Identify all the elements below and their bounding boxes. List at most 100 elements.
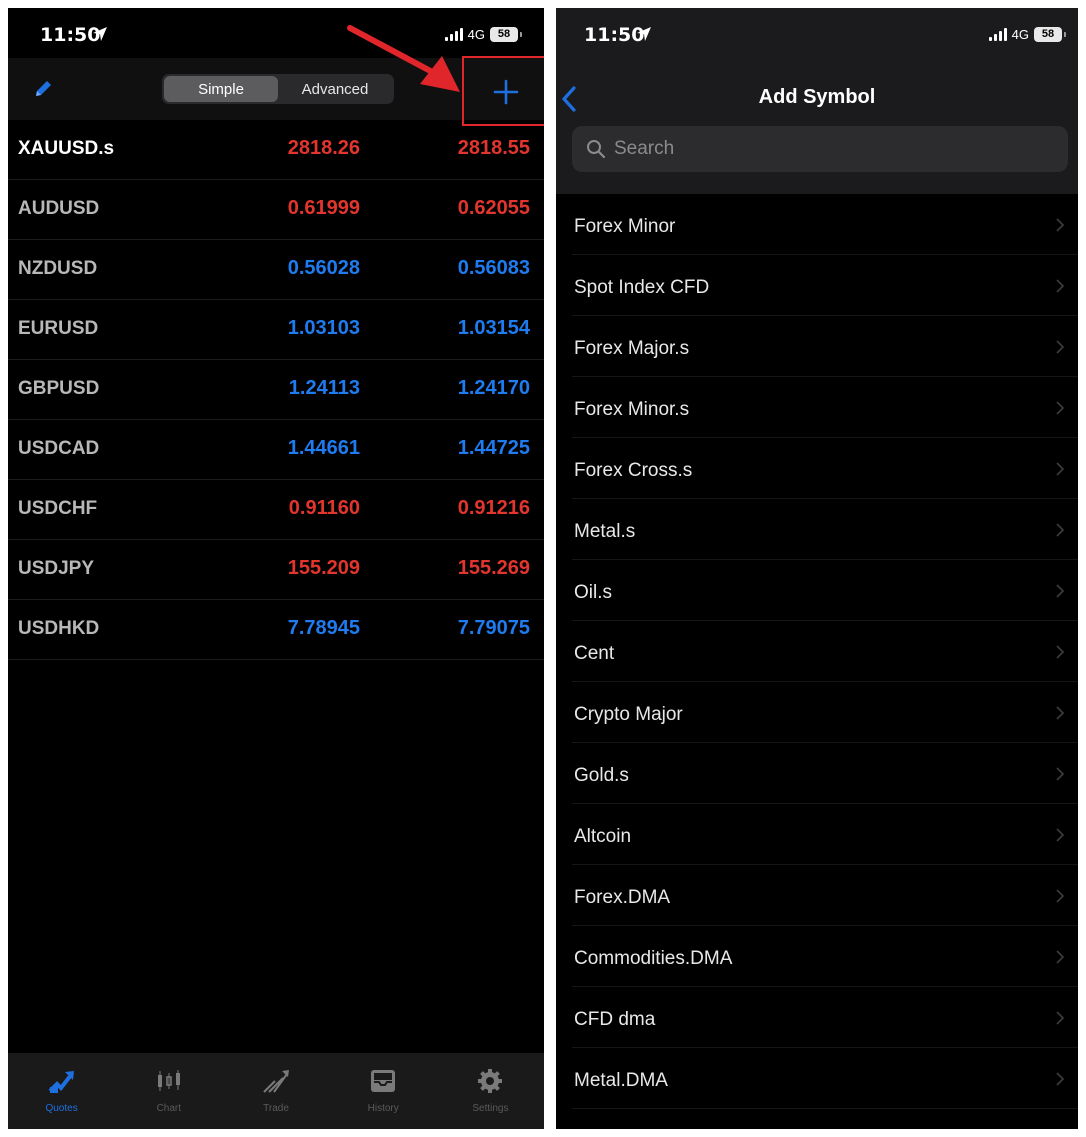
symbol-group-row[interactable]: Metal.s [572,499,1078,560]
symbol-group-row[interactable]: Oil.s [572,560,1078,621]
location-arrow-icon [637,27,651,41]
symbol-group-label: Altcoin [574,826,632,847]
symbol-group-label: CFD dma [574,1009,656,1030]
quote-ask: 1.24170 [457,377,530,399]
symbol-group-row[interactable]: Forex Minor.s [572,377,1078,438]
symbol-group-row[interactable]: Cent [572,621,1078,682]
symbol-group-label: Oil.s [574,582,612,603]
quote-symbol: NZDUSD [18,258,98,279]
annotation-arrow-icon [347,25,460,92]
quote-ask: 7.79075 [457,617,530,639]
chevron-right-icon [1056,828,1064,842]
symbol-group-row[interactable]: Spot Index CFD [572,255,1078,316]
symbol-group-label: Forex.DMA [574,887,671,908]
symbol-group-row[interactable]: CFD dma [572,987,1078,1048]
chevron-right-icon [1056,462,1064,476]
quote-bid: 0.61999 [287,197,360,219]
symbol-group-row[interactable]: Metal.DMA [572,1048,1078,1109]
chevron-right-icon [1056,279,1064,293]
quote-ask: 1.03154 [457,317,530,339]
quote-bid: 7.78945 [287,617,360,639]
symbol-group-label: Metal.DMA [574,1070,668,1091]
symbol-group-row[interactable]: Forex.DMA [572,865,1078,926]
symbol-group-row[interactable]: Forex Cross.s [572,438,1078,499]
settings-icon [475,1067,505,1095]
quote-bid: 2818.26 [287,137,360,159]
add-symbol-screen: 11:50 4G 58 Add Symbol Search Forex Mino… [556,8,1078,1129]
chevron-right-icon [1056,1011,1064,1025]
quote-bid: 0.91160 [288,497,360,519]
symbol-group-label: Gold.s [574,765,629,786]
symbol-group-label: Forex Cross.s [574,460,693,481]
quote-ask: 155.269 [457,557,530,579]
chevron-right-icon [1056,645,1064,659]
tab-quotes[interactable]: Quotes [8,1053,115,1129]
quote-symbol: XAUUSD.s [18,138,115,159]
quote-row[interactable]: USDCAD 1.44661 1.44725 [8,420,544,480]
chevron-right-icon [1056,889,1064,903]
quote-row[interactable]: USDJPY 155.209 155.269 [8,540,544,600]
quote-row[interactable]: USDHKD 7.78945 7.79075 [8,600,544,660]
symbol-group-row[interactable]: Commodities.DMA [572,926,1078,987]
chevron-right-icon [1056,767,1064,781]
symbol-group-label: Forex Minor.s [574,399,690,420]
quote-bid: 155.209 [287,557,360,579]
symbol-group-label: Metal.s [574,521,636,542]
signal-icon [988,27,1007,41]
chart-icon [154,1067,184,1095]
chevron-right-icon [1056,1072,1064,1086]
history-icon [368,1067,398,1095]
symbol-group-row[interactable]: Forex Minor [572,194,1078,255]
status-bar-right: 11:50 4G 58 [556,8,1078,58]
symbol-group-row[interactable]: Forex Major.s [572,316,1078,377]
tab-label: History [367,1103,399,1114]
tab-label: Trade [263,1103,289,1114]
quote-ask: 0.91216 [457,497,530,519]
quote-symbol: USDJPY [18,558,95,579]
symbol-group-label: Forex Minor [574,216,676,237]
screenshot-stage: 11:50 4G 58 Simple Advanced XAUUSD.s 281… [0,0,1086,1137]
chevron-right-icon [1056,950,1064,964]
tab-settings[interactable]: Settings [437,1053,544,1129]
add-symbol-header: 11:50 4G 58 Add Symbol [556,8,1078,194]
symbol-group-row[interactable]: Gold.s [572,743,1078,804]
symbol-group-label: Forex Major.s [574,338,690,359]
quote-row[interactable]: USDCHF 0.91160 0.91216 [8,480,544,540]
symbol-group-row[interactable]: Crypto Major [572,682,1078,743]
quote-row[interactable]: EURUSD 1.03103 1.03154 [8,300,544,360]
quote-row[interactable]: AUDUSD 0.61999 0.62055 [8,180,544,240]
quote-ask: 0.62055 [457,197,530,219]
search-icon [587,140,606,159]
bottom-tab-bar: Quotes Chart Trade History Settings [8,1053,544,1129]
quote-bid: 0.56028 [287,257,360,279]
tab-label: Settings [472,1103,509,1114]
page-title: Add Symbol [758,86,876,108]
chevron-right-icon [1056,523,1064,537]
quote-symbol: USDCHF [18,498,98,519]
location-arrow-icon [93,27,107,41]
quote-bid: 1.03103 [287,317,360,339]
edit-pencil-icon[interactable] [32,78,54,100]
battery-icon: 58 [490,26,522,42]
quote-row[interactable]: NZDUSD 0.56028 0.56083 [8,240,544,300]
search-input[interactable] [614,138,1054,160]
add-symbol-button[interactable] [464,58,544,126]
quote-ask: 1.44725 [457,437,530,459]
quote-row[interactable]: XAUUSD.s 2818.26 2818.55 [8,120,544,180]
quote-row[interactable]: GBPUSD 1.24113 1.24170 [8,360,544,420]
quotes-list: XAUUSD.s 2818.26 2818.55 AUDUSD 0.61999 0.620… [8,120,544,660]
symbol-groups-list: Forex Minor Spot Index CFD Forex Major.s Fo… [556,194,1078,1109]
symbol-group-row[interactable]: Altcoin [572,804,1078,865]
quote-ask: 0.56083 [457,257,530,279]
quote-symbol: USDCAD [18,438,100,459]
chevron-right-icon [1056,340,1064,354]
trade-icon [261,1067,291,1095]
quote-bid: 1.44661 [287,437,360,459]
tab-label: Quotes [45,1103,78,1114]
segment-simple[interactable]: Simple [164,76,278,102]
symbol-group-label: Cent [574,643,615,664]
tab-trade[interactable]: Trade [222,1053,329,1129]
network-type: 4G [1011,26,1029,42]
tab-chart[interactable]: Chart [115,1053,222,1129]
tab-history[interactable]: History [330,1053,437,1129]
